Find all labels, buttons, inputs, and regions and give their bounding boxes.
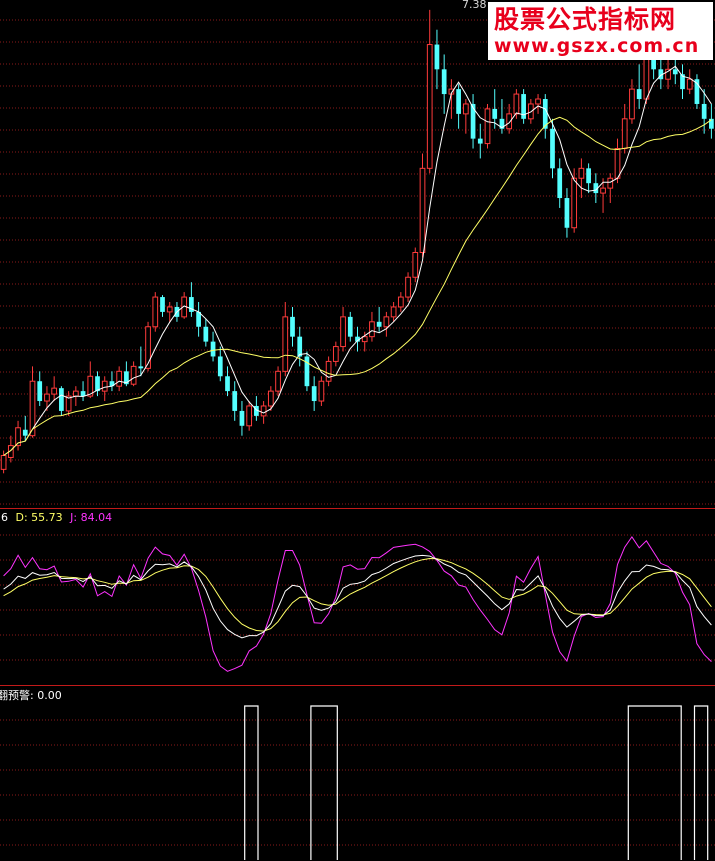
candle-body — [332, 346, 339, 362]
candle-body — [441, 69, 447, 95]
candle-body — [152, 296, 159, 328]
candle-body — [621, 118, 628, 150]
candle-body — [456, 89, 461, 114]
candle-body — [383, 316, 390, 328]
candle-body — [145, 326, 151, 369]
candle-body — [72, 390, 79, 397]
candle-body — [246, 405, 253, 427]
candle-body — [347, 316, 353, 337]
candle-body — [304, 356, 310, 387]
candle-body — [203, 326, 209, 342]
ma-short-line — [3, 65, 712, 456]
candle-body — [434, 44, 440, 70]
price-high-label: 7.38 — [462, 0, 487, 11]
candle-body — [477, 138, 483, 144]
candle-body — [44, 393, 50, 402]
candle-body — [405, 276, 411, 298]
candle-body — [325, 360, 332, 382]
kdj-j-value: J: 84.04 — [70, 511, 113, 524]
candle-body — [672, 69, 678, 75]
candle-body — [282, 316, 289, 372]
candle-body — [239, 410, 245, 426]
candle-body — [232, 391, 238, 411]
watermark-logo: 股票公式指标网 www.gszx.com.cn — [488, 2, 713, 60]
signal-legend: 翻预警: 0.00 — [0, 689, 62, 702]
candle-body — [701, 103, 707, 119]
candle-body — [462, 103, 469, 115]
candle-body — [600, 187, 606, 194]
candle-body — [369, 321, 375, 338]
candle-body — [535, 98, 541, 105]
candle-body — [260, 405, 267, 417]
candle-body — [470, 103, 476, 139]
candle-body — [571, 177, 578, 229]
candle-body — [484, 108, 491, 145]
candle-body — [492, 108, 498, 119]
signal-step — [693, 705, 709, 860]
candle-body — [290, 316, 295, 337]
candle-body — [210, 341, 216, 357]
candle-body — [37, 381, 43, 402]
candle-body — [376, 321, 382, 327]
candle-body — [80, 391, 86, 397]
signal-step — [310, 705, 338, 860]
candle-body — [397, 296, 404, 308]
candle-body — [318, 380, 325, 402]
candle-body — [629, 88, 635, 120]
candle-body — [550, 128, 555, 169]
candle-body — [51, 387, 58, 395]
candle-body — [340, 316, 346, 348]
candle-body — [513, 93, 520, 115]
grid-lines — [0, 19, 715, 846]
kdj-j-line — [3, 536, 712, 672]
candle-body — [412, 252, 419, 278]
candle-body — [217, 356, 223, 377]
candle-body — [426, 44, 433, 169]
kdj-k-value: 6 — [1, 511, 8, 524]
candle-body — [557, 168, 563, 199]
candle-body — [225, 376, 230, 392]
signal-step — [244, 705, 259, 860]
candle-body — [390, 306, 397, 318]
kdj-d-value: D: 55.73 — [15, 511, 63, 524]
candle-body — [166, 306, 173, 313]
candle-body — [160, 297, 165, 312]
candle-body — [636, 89, 642, 100]
kdj-panel — [3, 536, 712, 672]
candle-body — [419, 167, 426, 253]
candle-body — [138, 366, 144, 369]
chart-canvas — [0, 9, 715, 860]
signal-panel — [244, 705, 709, 860]
candle-body — [564, 198, 570, 228]
candle-body — [130, 365, 137, 385]
watermark-url: www.gszx.com.cn — [494, 35, 700, 57]
kdj-legend: 6 D: 55.73 J: 84.04 — [1, 511, 112, 524]
candle-body — [59, 388, 64, 411]
candle-body — [116, 370, 123, 387]
candle-body — [101, 380, 108, 392]
candle-body — [614, 148, 621, 179]
kdj-k-line — [3, 554, 712, 639]
watermark-title: 股票公式指标网 — [494, 5, 677, 34]
candle-body — [22, 429, 28, 436]
candle-body — [578, 167, 585, 179]
ma-long-line — [3, 116, 712, 456]
candle-body — [0, 454, 7, 470]
candle-body — [267, 390, 274, 407]
candle-body — [607, 177, 614, 189]
candle-body — [686, 78, 693, 90]
candle-body — [297, 336, 303, 357]
candle-body — [311, 386, 317, 402]
candle-body — [586, 168, 591, 184]
candle-body — [275, 370, 281, 392]
price-panel — [0, 9, 714, 474]
signal-step — [627, 705, 682, 860]
